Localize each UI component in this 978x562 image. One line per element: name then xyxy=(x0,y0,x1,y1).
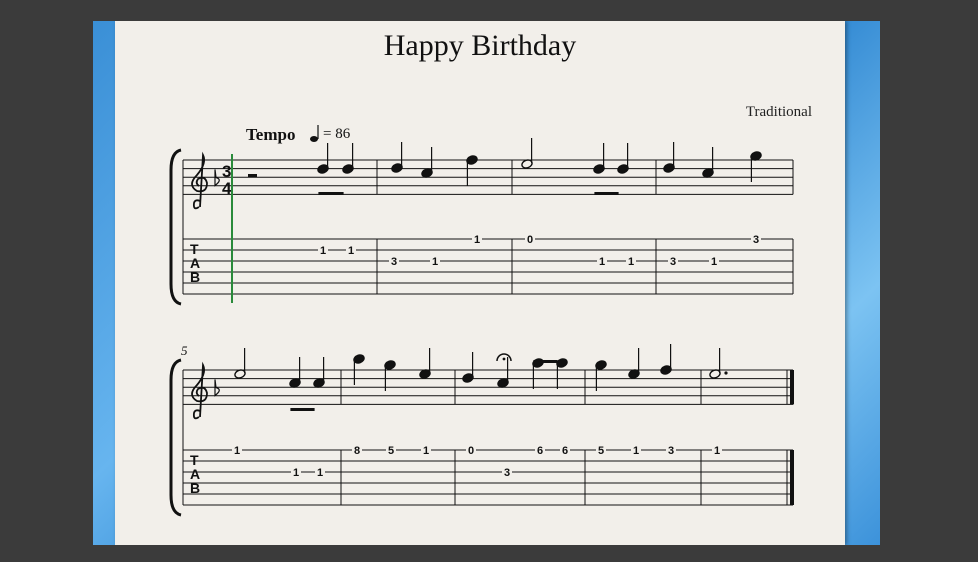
tab-clef-letter: B xyxy=(190,480,200,496)
note-beam xyxy=(290,408,315,411)
fret-number: 0 xyxy=(468,445,474,457)
final-barline xyxy=(790,450,794,505)
note-beam xyxy=(533,360,558,363)
fret-number: 6 xyxy=(562,445,568,457)
fret-number: 1 xyxy=(633,445,639,457)
fret-number: 1 xyxy=(234,445,240,457)
fret-number: 1 xyxy=(317,467,323,479)
augmentation-dot xyxy=(724,371,728,375)
fermata-dot xyxy=(502,357,506,361)
fret-number: 0 xyxy=(527,234,533,246)
fret-number: 1 xyxy=(599,256,605,268)
fret-number: 8 xyxy=(354,445,360,457)
fret-number: 1 xyxy=(320,245,326,257)
quarter-note-icon xyxy=(310,136,318,142)
time-signature-bottom: 4 xyxy=(222,179,232,198)
system-bracket xyxy=(169,148,182,306)
music-score: 34 TABTAB1 13 11 01 1 3 1311 18 5 1 036 6 5 1 3 1 xyxy=(169,125,794,517)
score-viewport[interactable]: Happy Birthday Traditional Tempo = 86 5 … xyxy=(93,21,880,545)
note-beam xyxy=(318,192,344,195)
half-rest-icon xyxy=(248,174,257,177)
fret-number: 3 xyxy=(504,467,510,479)
fret-number: 1 xyxy=(423,445,429,457)
fret-number: 3 xyxy=(668,445,674,457)
fret-number: 6 xyxy=(537,445,543,457)
note-beam xyxy=(594,192,619,195)
fret-number: 1 xyxy=(714,445,720,457)
fret-number: 3 xyxy=(391,256,397,268)
treble-clef-icon xyxy=(191,151,208,210)
fret-number: 1 xyxy=(348,245,354,257)
fret-number: 1 xyxy=(711,256,717,268)
fret-number: 1 xyxy=(474,234,480,246)
fret-number: 1 xyxy=(628,256,634,268)
system-bracket xyxy=(169,358,182,517)
fret-number: 3 xyxy=(670,256,676,268)
fret-number: 1 xyxy=(293,467,299,479)
tab-clef-letter: B xyxy=(190,269,200,285)
fret-number: 1 xyxy=(432,256,438,268)
treble-clef-icon xyxy=(191,361,208,420)
fret-number: 5 xyxy=(598,445,604,457)
fret-number: 5 xyxy=(388,445,394,457)
final-barline xyxy=(790,370,794,405)
score-page[interactable]: Happy Birthday Traditional Tempo = 86 5 … xyxy=(115,21,845,545)
fret-number: 3 xyxy=(753,234,759,246)
